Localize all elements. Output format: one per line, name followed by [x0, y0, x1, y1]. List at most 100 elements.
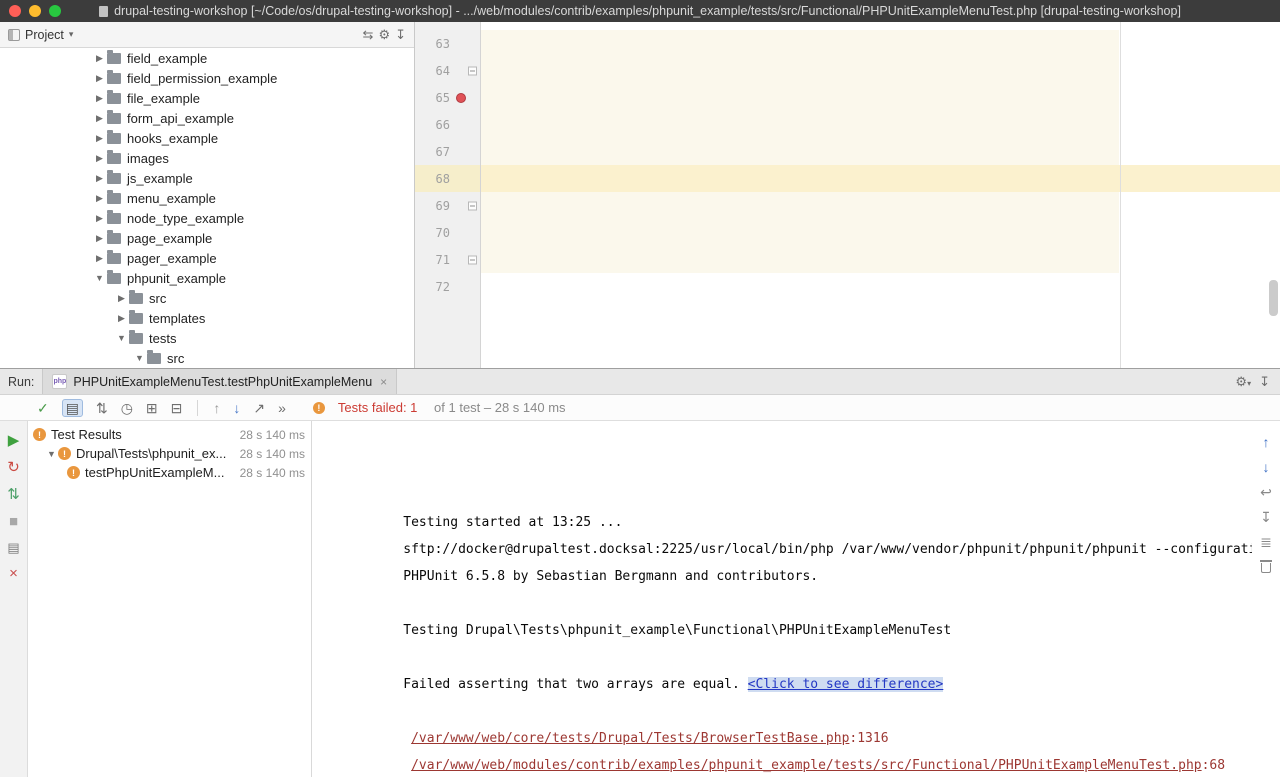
- soft-wrap-icon[interactable]: ↩: [1260, 485, 1272, 499]
- test-console-output[interactable]: Testing started at 13:25 ... sftp://dock…: [312, 421, 1252, 777]
- code-text[interactable]: $this->assertResponse(200, 'Description …: [481, 138, 1280, 165]
- next-failed-test-icon[interactable]: ↓: [233, 401, 240, 415]
- code-text[interactable]: [481, 219, 1280, 246]
- tree-chevron-icon[interactable]: [93, 173, 106, 184]
- project-panel-title[interactable]: Project: [25, 28, 64, 42]
- gutter[interactable]: 69: [415, 192, 481, 219]
- previous-failed-test-icon[interactable]: ↑: [213, 401, 220, 415]
- clear-all-icon[interactable]: [1261, 563, 1271, 573]
- rerun-tests-icon[interactable]: ▶: [8, 433, 20, 448]
- tree-chevron-icon[interactable]: [93, 153, 106, 164]
- down-the-stack-trace-icon[interactable]: ↓: [1263, 460, 1270, 474]
- tree-chevron-icon[interactable]: [115, 313, 128, 324]
- stack-trace-link[interactable]: /var/www/web/modules/contrib/examples/ph…: [411, 758, 1202, 773]
- code-text[interactable]: */: [481, 57, 1280, 84]
- code-text[interactable]: $this->assertEquals([1, 2], [3, 4]);: [481, 165, 1280, 192]
- tree-chevron-icon[interactable]: [93, 73, 106, 84]
- close-window-button[interactable]: [9, 5, 21, 17]
- tree-chevron-icon[interactable]: [93, 113, 106, 124]
- minimize-window-button[interactable]: [29, 5, 41, 17]
- gutter[interactable]: 65: [415, 84, 481, 111]
- project-tree-item[interactable]: js_example: [0, 168, 414, 188]
- see-difference-link[interactable]: <Click to see difference>: [748, 677, 944, 692]
- tree-chevron-icon[interactable]: [115, 333, 128, 343]
- fold-marker-icon[interactable]: [468, 66, 477, 75]
- zoom-window-button[interactable]: [49, 5, 61, 17]
- test-history-icon[interactable]: ▤: [7, 541, 19, 554]
- code-text[interactable]: public function testPhpUnitExampleMenu()…: [481, 84, 1280, 111]
- tree-chevron-icon[interactable]: [133, 353, 146, 363]
- fold-marker-icon[interactable]: [468, 255, 477, 264]
- gutter[interactable]: 68: [415, 165, 481, 192]
- project-tree-item[interactable]: node_type_example: [0, 208, 414, 228]
- tree-chevron-icon[interactable]: [93, 53, 106, 64]
- gutter[interactable]: 66: [415, 111, 481, 138]
- scroll-to-end-icon[interactable]: ↧: [1260, 510, 1272, 524]
- code-text[interactable]: * Tests phpunit_example menus.: [481, 30, 1280, 57]
- expand-all-icon[interactable]: ⊞: [146, 401, 158, 415]
- show-passed-icon[interactable]: ✓: [37, 401, 49, 415]
- project-tree-item[interactable]: page_example: [0, 228, 414, 248]
- print-icon[interactable]: ≣: [1260, 535, 1272, 549]
- collapse-all-icon[interactable]: ⊟: [171, 401, 183, 415]
- scroll-from-source-icon[interactable]: ⇆: [363, 28, 374, 41]
- project-tree-item[interactable]: templates: [0, 308, 414, 328]
- stack-trace-link[interactable]: /var/www/web/core/tests/Drupal/Tests/Bro…: [411, 731, 849, 746]
- tree-chevron-icon[interactable]: [93, 93, 106, 104]
- gutter[interactable]: 63: [415, 30, 481, 57]
- tree-chevron-icon[interactable]: [93, 213, 106, 224]
- tree-chevron-icon[interactable]: [115, 293, 128, 304]
- hide-panel-icon[interactable]: ↧: [395, 28, 406, 41]
- tree-chevron-icon[interactable]: [45, 449, 58, 459]
- project-tree-item[interactable]: form_api_example: [0, 108, 414, 128]
- run-tab[interactable]: php PHPUnitExampleMenuTest.testPhpUnitEx…: [42, 369, 397, 394]
- stop-icon[interactable]: ■: [9, 514, 18, 529]
- sort-alphabetically-icon[interactable]: ⇅: [96, 401, 108, 415]
- hide-panel-icon[interactable]: ↧: [1259, 375, 1270, 388]
- test-tree-item[interactable]: ! testPhpUnitExampleM... 28 s 140 ms: [28, 463, 311, 482]
- project-tree-item[interactable]: images: [0, 148, 414, 168]
- gear-icon[interactable]: ⚙▾: [1235, 375, 1251, 388]
- open-in-editor-icon[interactable]: ↗: [253, 401, 265, 415]
- sort-by-duration-icon[interactable]: ◷: [121, 401, 133, 415]
- close-tab-icon[interactable]: ×: [380, 375, 387, 389]
- show-output-icon[interactable]: ▤: [62, 399, 83, 417]
- tree-chevron-icon[interactable]: [93, 193, 106, 204]
- rerun-failed-tests-icon[interactable]: ↻: [7, 460, 20, 475]
- test-failed-gutter-icon[interactable]: [456, 93, 466, 103]
- gutter[interactable]: 64: [415, 57, 481, 84]
- project-tree-item[interactable]: src: [0, 288, 414, 308]
- project-tree-item[interactable]: pager_example: [0, 248, 414, 268]
- tree-chevron-icon[interactable]: [93, 233, 106, 244]
- gutter[interactable]: 71: [415, 246, 481, 273]
- gutter[interactable]: 67: [415, 138, 481, 165]
- project-tree-item[interactable]: field_example: [0, 48, 414, 68]
- project-tree-item[interactable]: src: [0, 348, 414, 368]
- project-tree-item[interactable]: menu_example: [0, 188, 414, 208]
- tree-chevron-icon[interactable]: [93, 133, 106, 144]
- project-tree-item[interactable]: file_example: [0, 88, 414, 108]
- close-panel-icon[interactable]: ×: [9, 566, 18, 581]
- project-tree-item[interactable]: phpunit_example: [0, 268, 414, 288]
- fold-marker-icon[interactable]: [468, 201, 477, 210]
- code-text[interactable]: }: [481, 246, 1280, 273]
- more-actions-icon[interactable]: »: [278, 401, 286, 415]
- tree-chevron-icon[interactable]: [93, 273, 106, 283]
- code-text[interactable]: }: [481, 192, 1280, 219]
- tree-chevron-icon[interactable]: [93, 253, 106, 264]
- gear-icon[interactable]: ⚙: [378, 28, 390, 41]
- code-text[interactable]: $this->drupalGet('/examples/phpunit-exam…: [481, 111, 1280, 138]
- editor-scrollbar[interactable]: [1269, 280, 1278, 316]
- code-text[interactable]: [481, 273, 1280, 300]
- gutter[interactable]: 70: [415, 219, 481, 246]
- chevron-down-icon[interactable]: ▾: [69, 29, 74, 40]
- project-tree-item[interactable]: field_permission_example: [0, 68, 414, 88]
- toggle-auto-test-icon[interactable]: ⇅: [7, 487, 20, 502]
- project-tree-item[interactable]: hooks_example: [0, 128, 414, 148]
- php-file-icon: php: [52, 374, 67, 389]
- test-tree-item[interactable]: ! Test Results 28 s 140 ms: [28, 425, 311, 444]
- up-the-stack-trace-icon[interactable]: ↑: [1263, 435, 1270, 449]
- test-tree-item[interactable]: ! Drupal\Tests\phpunit_ex... 28 s 140 ms: [28, 444, 311, 463]
- project-tree-item[interactable]: tests: [0, 328, 414, 348]
- gutter[interactable]: 72: [415, 273, 481, 300]
